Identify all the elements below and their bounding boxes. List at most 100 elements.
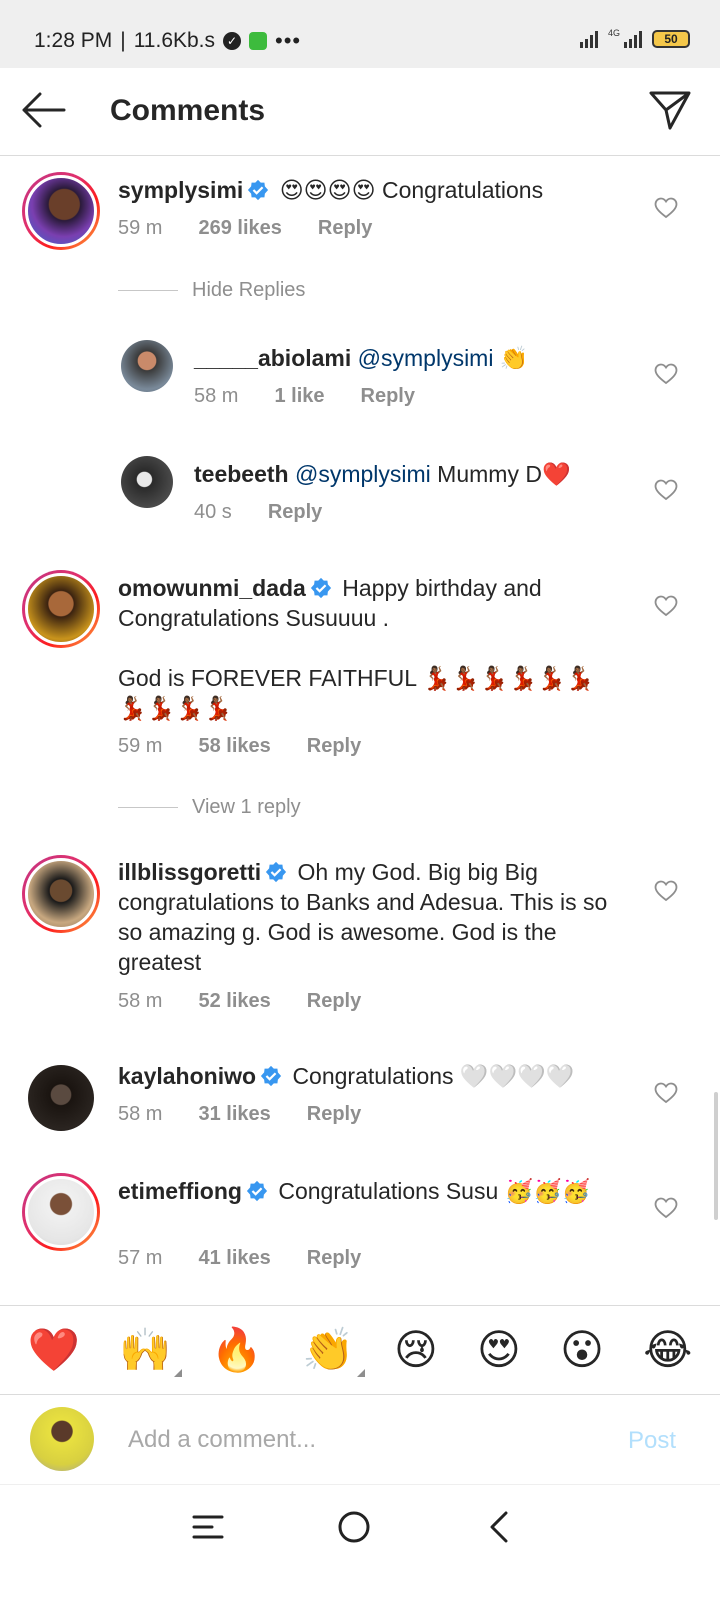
comment-meta: 58 m 1 like Reply — [194, 385, 415, 408]
reply-button[interactable]: Reply — [307, 1103, 361, 1126]
comment-username[interactable]: etimeffiong — [118, 1178, 242, 1204]
likes-count[interactable]: 52 likes — [198, 990, 270, 1013]
emoji-quick-bar: ❤️ 🙌 🔥 👏 😢 😍 😮 😂 — [0, 1305, 720, 1394]
avatar[interactable] — [22, 855, 100, 933]
avatar[interactable] — [28, 1065, 94, 1131]
emoji-surprised-button[interactable]: 😮 — [560, 1329, 604, 1371]
more-notifications-icon: ••• — [275, 28, 302, 53]
avatar[interactable] — [121, 340, 173, 392]
back-arrow-icon[interactable] — [20, 90, 66, 130]
recents-menu-icon[interactable] — [188, 1507, 228, 1547]
emoji-heart-button[interactable]: ❤️ — [28, 1329, 80, 1371]
comment-item: illblissgoretti Oh my God. Big big Big c… — [0, 842, 720, 1042]
likes-count[interactable]: 58 likes — [198, 735, 270, 758]
avatar[interactable] — [22, 172, 100, 250]
verified-badge-icon — [266, 861, 287, 883]
signal-icon — [579, 30, 598, 48]
mention-link[interactable]: @symplysimi — [295, 461, 431, 487]
emoji-glyph: 🙌 — [119, 1326, 172, 1373]
likes-count[interactable]: 269 likes — [198, 217, 281, 240]
thread-line — [118, 290, 178, 291]
comment-username[interactable]: omowunmi_dada — [118, 575, 306, 601]
comment-time: 59 m — [118, 217, 163, 239]
comment-username[interactable]: illblissgoretti — [118, 859, 261, 885]
comment-item: kaylahoniwo Congratulations 🤍🤍🤍🤍 58 m 31… — [0, 1055, 720, 1165]
comment-item: symplysimi 😍😍😍😍 Congratulations 59 m 269… — [0, 157, 720, 317]
comment-time: 40 s — [194, 501, 232, 523]
like-heart-icon[interactable] — [654, 363, 678, 385]
emoji-glyph: 👏 — [302, 1326, 355, 1373]
verified-badge-icon — [260, 1065, 282, 1087]
comments-list[interactable]: symplysimi 😍😍😍😍 Congratulations 59 m 269… — [0, 157, 720, 1327]
reply-button[interactable]: Reply — [307, 735, 361, 758]
emoji-heart-eyes-button[interactable]: 😍 — [477, 1329, 521, 1371]
post-button[interactable]: Post — [628, 1427, 676, 1455]
avatar[interactable] — [22, 1173, 100, 1251]
mention-link[interactable]: @symplysimi — [358, 345, 494, 371]
like-heart-icon[interactable] — [654, 197, 678, 219]
like-heart-icon[interactable] — [654, 1197, 678, 1219]
avatar[interactable] — [22, 570, 100, 648]
comment-composer: Post — [0, 1394, 720, 1484]
comment-item: omowunmi_dada Happy birthday and Congrat… — [0, 557, 720, 827]
comment-username[interactable]: kaylahoniwo — [118, 1063, 256, 1089]
likes-count[interactable]: 1 like — [274, 385, 324, 408]
status-separator: | — [120, 29, 126, 52]
status-right: 4G 50 — [579, 28, 690, 48]
skin-tone-indicator-icon — [173, 1369, 182, 1377]
comment-time: 58 m — [194, 385, 239, 407]
comment-time: 57 m — [118, 1247, 163, 1269]
emoji-fire-button[interactable]: 🔥 — [211, 1329, 263, 1371]
comment-text-2: God is FOREVER FAITHFUL 💃🏾💃🏾💃🏾💃🏾💃🏾💃🏾💃🏾💃🏾… — [118, 665, 595, 721]
battery-icon: 50 — [652, 30, 690, 48]
system-navigation-bar — [0, 1484, 720, 1600]
emoji-cry-button[interactable]: 😢 — [394, 1329, 438, 1371]
status-time: 1:28 PM — [34, 29, 113, 52]
app-notification-icon — [249, 32, 268, 50]
check-circle-icon: ✓ — [223, 32, 242, 50]
reply-item: teebeeth @symplysimi Mummy D❤️ 40 s Repl… — [0, 443, 720, 553]
reply-button[interactable]: Reply — [307, 990, 361, 1013]
comment-item: etimeffiong Congratulations Susu 🥳🥳🥳 57 … — [0, 1169, 720, 1319]
system-back-icon[interactable] — [480, 1507, 520, 1547]
network-type: 4G — [607, 28, 620, 38]
status-speed: 11.6Kb.s — [133, 29, 216, 52]
like-heart-icon[interactable] — [654, 595, 678, 617]
comment-username[interactable]: _____abiolami — [194, 345, 351, 371]
verified-badge-icon — [248, 179, 269, 201]
app-header: Comments — [0, 68, 720, 156]
reply-button[interactable]: Reply — [307, 1247, 361, 1270]
thread-line — [118, 807, 178, 808]
emoji-laughing-button[interactable]: 😂 — [643, 1329, 692, 1371]
like-heart-icon[interactable] — [654, 479, 678, 501]
reply-button[interactable]: Reply — [318, 217, 372, 240]
direct-share-icon[interactable] — [648, 88, 692, 132]
likes-count[interactable]: 31 likes — [198, 1103, 270, 1126]
comment-time: 58 m — [118, 1103, 163, 1125]
thread-toggle-label: Hide Replies — [192, 279, 306, 301]
home-circle-icon[interactable] — [334, 1507, 374, 1547]
avatar[interactable] — [121, 456, 173, 508]
scrollbar[interactable] — [714, 1092, 718, 1220]
verified-badge-icon — [310, 577, 331, 599]
like-heart-icon[interactable] — [654, 880, 678, 902]
view-replies-button[interactable]: View 1 reply — [118, 796, 301, 819]
reply-item: _____abiolami @symplysimi 👏 58 m 1 like … — [0, 327, 720, 437]
status-left: 1:28 PM | 11.6Kb.s ✓ ••• — [34, 28, 301, 54]
emoji-raised-hands-button[interactable]: 🙌 — [119, 1326, 182, 1377]
comment-username[interactable]: teebeeth — [194, 461, 289, 487]
likes-count[interactable]: 41 likes — [198, 1247, 270, 1270]
hide-replies-button[interactable]: Hide Replies — [118, 279, 305, 302]
reply-button[interactable]: Reply — [361, 385, 415, 408]
like-heart-icon[interactable] — [654, 1082, 678, 1104]
comment-text: Congratulations 🤍🤍🤍🤍 — [292, 1063, 575, 1089]
emoji-clap-button[interactable]: 👏 — [302, 1326, 365, 1377]
comment-text: Congratulations Susu 🥳🥳🥳 — [278, 1178, 591, 1204]
add-comment-input[interactable] — [128, 1421, 598, 1459]
battery-level: 50 — [664, 32, 678, 46]
signal-icon-2 — [624, 30, 642, 48]
comment-username[interactable]: symplysimi — [118, 177, 243, 203]
comment-meta: 40 s Reply — [194, 501, 322, 524]
reply-button[interactable]: Reply — [268, 501, 322, 524]
thread-toggle-label: View 1 reply — [192, 796, 301, 818]
